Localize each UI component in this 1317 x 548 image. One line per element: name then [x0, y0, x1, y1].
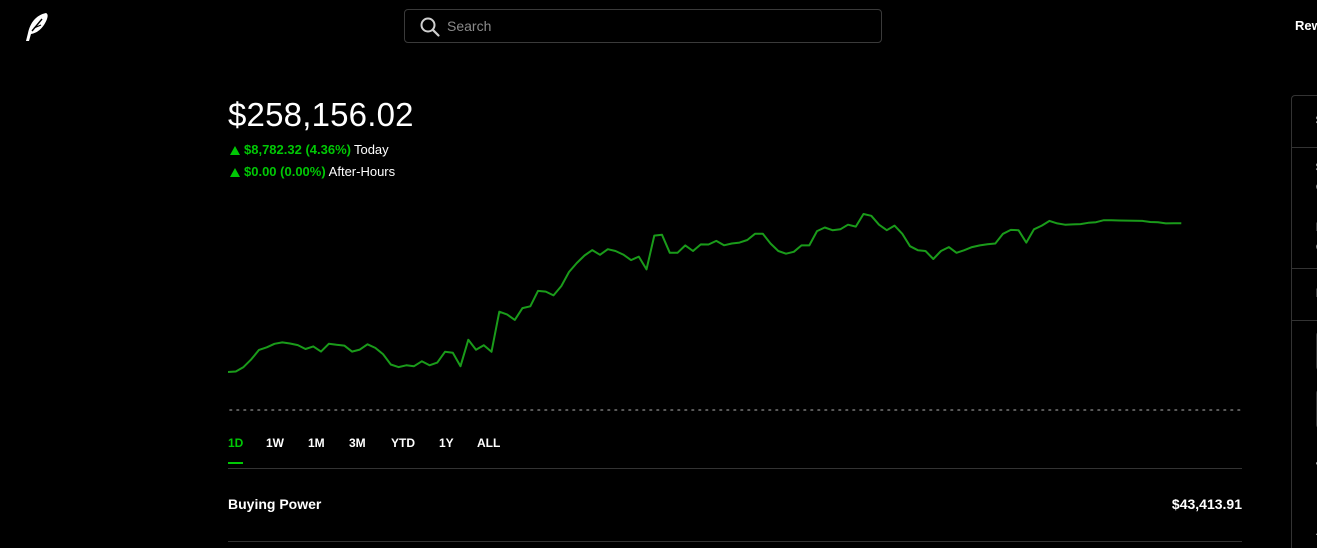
portfolio-value: $258,156.02	[228, 96, 414, 133]
today-change-amount: $8,782.32 (4.36%)	[244, 142, 351, 157]
app-window: Rew $258,156.02 $8,782.32 (4.36%)Today $…	[0, 0, 1317, 548]
after-hours-change: $0.00 (0.00%) After-Hours	[230, 164, 395, 179]
side-panel-divider	[1292, 268, 1317, 269]
range-tab-1w[interactable]: 1W	[266, 436, 284, 462]
after-hours-change-amount: $0.00 (0.00%)	[244, 164, 326, 179]
search-icon	[420, 17, 440, 37]
divider	[228, 468, 1242, 469]
range-tab-1y[interactable]: 1Y	[439, 436, 454, 462]
buying-power-label: Buying Power	[228, 496, 322, 512]
up-arrow-icon	[230, 168, 240, 177]
search-input[interactable]	[447, 10, 867, 42]
divider	[228, 541, 1242, 542]
after-hours-change-label: After-Hours	[328, 164, 396, 179]
portfolio-line	[228, 213, 1182, 373]
side-panel-divider	[1292, 320, 1317, 321]
nav-rewards-link[interactable]: Rew	[1295, 18, 1317, 33]
range-tab-all[interactable]: ALL	[477, 436, 500, 462]
buying-power-row[interactable]: Buying Power $43,413.91	[228, 470, 1242, 540]
up-arrow-icon	[230, 146, 240, 155]
today-change: $8,782.32 (4.36%) Today	[230, 142, 389, 157]
range-tab-1m[interactable]: 1M	[308, 436, 325, 462]
range-tab-3m[interactable]: 3M	[349, 436, 366, 462]
portfolio-chart[interactable]	[228, 200, 1242, 416]
search-bar[interactable]	[404, 9, 882, 43]
range-tab-1d[interactable]: 1D	[228, 436, 244, 464]
robinhood-feather-logo[interactable]	[22, 11, 52, 43]
range-tab-ytd[interactable]: YTD	[391, 436, 415, 462]
watchlist-side-panel: $ $ C I C I V A	[1291, 95, 1317, 548]
side-panel-divider	[1292, 147, 1317, 148]
buying-power-value: $43,413.91	[1171, 496, 1242, 512]
today-change-label: Today	[353, 142, 389, 157]
